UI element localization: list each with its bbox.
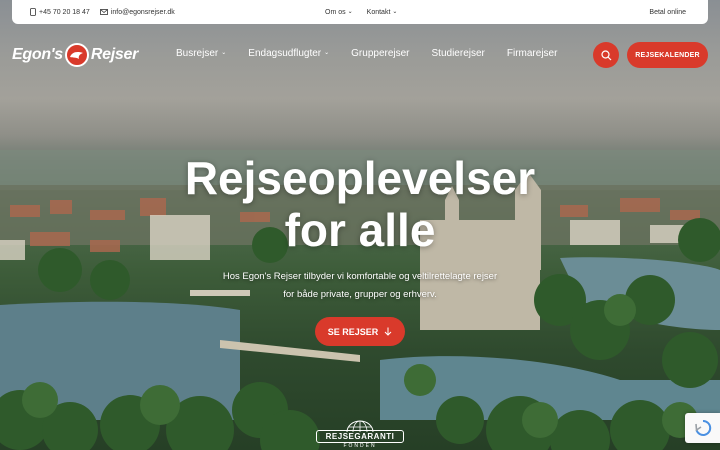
nav-label: Firmarejser — [506, 48, 558, 59]
logo-text-left: Egon's — [12, 46, 63, 63]
utility-menu: Om os ⌄ Kontakt ⌄ — [325, 9, 397, 16]
nav-label: Busrejser — [176, 48, 219, 59]
pay-online-link[interactable]: Betal online — [649, 9, 686, 16]
phone-link[interactable]: +45 70 20 18 47 — [30, 8, 90, 16]
nav-endagsudflugter[interactable]: Endagsudflugter ⌄ — [248, 48, 329, 59]
search-button[interactable] — [593, 42, 619, 68]
cta-label: SE REJSER — [327, 326, 379, 337]
chevron-down-icon: ⌄ — [324, 50, 330, 56]
nav-label: Endagsudflugter — [248, 48, 322, 59]
see-trips-button[interactable]: SE REJSER — [315, 317, 405, 346]
globe-icon — [346, 420, 374, 432]
main-nav: Busrejser ⌄ Endagsudflugter ⌄ Grupperejs… — [176, 48, 557, 59]
menu-kontakt[interactable]: Kontakt ⌄ — [367, 9, 398, 16]
site-logo[interactable]: Egon's Rejser — [12, 42, 138, 68]
hero-subtitle-line-2: for både private, grupper og erhverv. — [283, 289, 437, 300]
menu-label: Kontakt — [366, 8, 391, 16]
logo-emblem-icon — [64, 43, 89, 67]
hero-title-line-1: Rejseoplevelser — [184, 152, 536, 204]
recaptcha-icon — [694, 419, 711, 436]
chevron-down-icon: ⌄ — [392, 8, 398, 15]
arrow-down-icon — [384, 327, 392, 336]
nav-label: Grupperejser — [351, 48, 410, 59]
hero-subtitle-line-1: Hos Egon's Rejser tilbyder vi komfortabl… — [222, 271, 498, 282]
travel-calendar-button[interactable]: REJSEKALENDER — [627, 42, 708, 68]
mail-icon — [99, 9, 108, 15]
search-icon — [600, 49, 611, 60]
utility-bar: +45 70 20 18 47 info@egonsrejser.dk Om o… — [12, 0, 708, 24]
phone-icon — [30, 8, 36, 16]
contact-info: +45 70 20 18 47 info@egonsrejser.dk — [30, 8, 175, 16]
menu-om-os[interactable]: Om os ⌄ — [325, 9, 353, 16]
hero-title: Rejseoplevelser for alle — [0, 152, 720, 256]
email-link[interactable]: info@egonsrejser.dk — [99, 8, 175, 16]
phone-number: +45 70 20 18 47 — [39, 8, 90, 16]
nav-studierejser[interactable]: Studierejser — [432, 48, 485, 59]
recaptcha-badge[interactable] — [685, 413, 720, 443]
badge-sub: FONDEN — [343, 443, 377, 449]
nav-label: Studierejser — [431, 48, 485, 59]
logo-text-right: Rejser — [90, 46, 139, 63]
menu-label: Om os — [325, 8, 346, 16]
email-address: info@egonsrejser.dk — [110, 8, 175, 16]
nav-busrejser[interactable]: Busrejser ⌄ — [176, 48, 226, 59]
chevron-down-icon: ⌄ — [221, 50, 227, 56]
nav-firmarejser[interactable]: Firmarejser — [507, 48, 558, 59]
hero-title-line-2: for alle — [284, 204, 436, 256]
nav-grupperejser[interactable]: Grupperejser — [351, 48, 409, 59]
hero-subtitle: Hos Egon's Rejser tilbyder vi komfortabl… — [210, 268, 510, 304]
rejsegaranti-badge[interactable]: REJSEGARANTI FONDEN — [316, 420, 404, 450]
chevron-down-icon: ⌄ — [347, 8, 353, 15]
